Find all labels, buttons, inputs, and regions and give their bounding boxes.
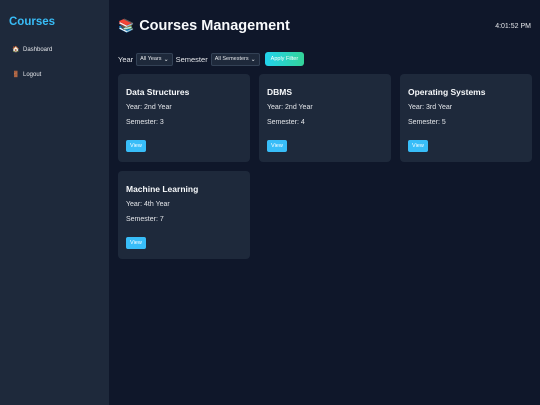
- course-semester: Semester: 3: [126, 119, 164, 126]
- sidebar-item-label: Dashboard: [23, 46, 53, 53]
- course-card: Data Structures Year: 2nd Year Semester:…: [118, 74, 250, 162]
- main-content: 📚 Courses Management 4:01:52 PM Year All…: [109, 0, 540, 405]
- semester-label: Semester: [175, 54, 208, 64]
- sidebar-item-label: Logout: [23, 71, 42, 78]
- chevron-down-icon: ⌄: [163, 56, 169, 63]
- sidebar-item-logout[interactable]: 🚪 Logout: [9, 67, 100, 82]
- course-title: Data Structures: [126, 87, 190, 97]
- course-year: Year: 3rd Year: [408, 104, 453, 111]
- course-semester: Semester: 4: [267, 119, 305, 126]
- apply-filter-button[interactable]: Apply Filter: [264, 52, 305, 66]
- course-year: Year: 2nd Year: [126, 104, 172, 111]
- course-year: Year: 4th Year: [126, 201, 170, 208]
- header: 📚 Courses Management 4:01:52 PM: [118, 15, 531, 37]
- home-icon: 🏠: [12, 47, 20, 53]
- filter-bar: Year All Years ⌄ Semester All Semesters …: [118, 51, 531, 67]
- page-title-text: Courses Management: [139, 18, 290, 34]
- sidebar-item-dashboard[interactable]: 🏠 Dashboard: [9, 42, 100, 57]
- year-select-value: All Years: [140, 56, 162, 62]
- course-semester: Semester: 5: [408, 119, 446, 126]
- door-icon: 🚪: [12, 72, 20, 78]
- semester-select-value: All Semesters: [214, 56, 249, 62]
- course-card: Machine Learning Year: 4th Year Semester…: [118, 171, 250, 259]
- year-select[interactable]: All Years ⌄: [136, 52, 173, 66]
- sidebar-brand: Courses: [9, 16, 56, 28]
- books-icon: 📚: [118, 18, 135, 33]
- chevron-down-icon: ⌄: [250, 56, 256, 63]
- view-button[interactable]: View: [408, 140, 428, 152]
- course-title: DBMS: [267, 87, 293, 97]
- semester-select[interactable]: All Semesters ⌄: [210, 52, 260, 66]
- sidebar: Courses 🏠 Dashboard 🚪 Logout: [0, 0, 109, 405]
- course-card: Operating Systems Year: 3rd Year Semeste…: [400, 74, 532, 162]
- view-button[interactable]: View: [126, 237, 146, 249]
- course-grid: Data Structures Year: 2nd Year Semester:…: [118, 74, 532, 259]
- year-label: Year: [118, 54, 134, 64]
- course-title: Operating Systems: [408, 87, 486, 97]
- view-button[interactable]: View: [267, 140, 287, 152]
- course-year: Year: 2nd Year: [267, 104, 313, 111]
- course-card: DBMS Year: 2nd Year Semester: 4 View: [259, 74, 391, 162]
- course-title: Machine Learning: [126, 184, 199, 194]
- clock: 4:01:52 PM: [495, 22, 531, 30]
- page-title: 📚 Courses Management: [118, 18, 290, 34]
- course-semester: Semester: 7: [126, 216, 164, 223]
- view-button[interactable]: View: [126, 140, 146, 152]
